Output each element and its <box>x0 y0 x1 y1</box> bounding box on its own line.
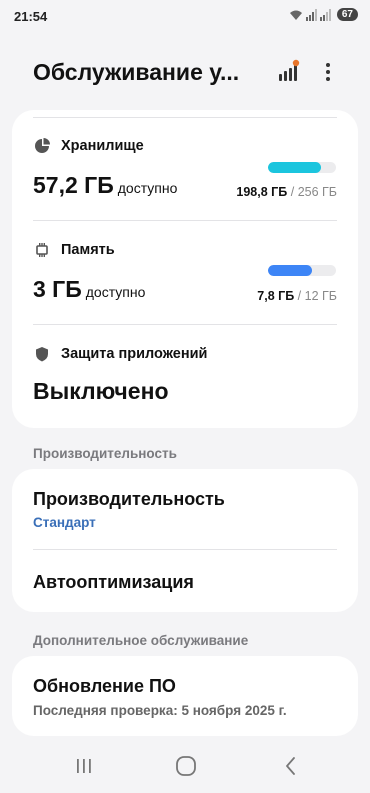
more-options-button[interactable] <box>318 58 338 86</box>
performance-title: Производительность <box>33 489 225 509</box>
auto-optimization-title: Автооптимизация <box>33 572 194 592</box>
storage-available-label: доступно <box>117 180 178 196</box>
software-update-title: Обновление ПО <box>33 676 176 696</box>
battery-level: 67 <box>336 8 358 21</box>
memory-usage-bar <box>268 265 336 276</box>
wifi-icon <box>289 10 302 20</box>
divider <box>33 549 337 550</box>
section-label-additional: Дополнительное обслуживание <box>33 633 249 648</box>
divider <box>33 220 337 221</box>
storage-header: Хранилище <box>33 137 144 155</box>
status-time: 21:54 <box>14 9 48 24</box>
memory-available-label: доступно <box>85 284 146 300</box>
memory-chip-icon <box>33 241 51 259</box>
memory-available-value: 3 ГБ <box>33 276 82 302</box>
pie-chart-icon <box>33 137 51 155</box>
app-protection-label: Защита приложений <box>61 346 208 362</box>
header: Обслуживание у... <box>0 50 370 94</box>
storage-available-value: 57,2 ГБ <box>33 172 114 198</box>
performance-subtitle: Стандарт <box>33 515 96 530</box>
signal-bars-icon <box>279 59 300 81</box>
storage-total: 256 ГБ <box>297 185 337 199</box>
storage-usage-fill <box>268 162 322 173</box>
home-icon <box>176 756 196 776</box>
storage-usage-bar <box>268 162 336 173</box>
navigation-bar <box>0 740 370 793</box>
section-label-performance: Производительность <box>33 446 177 461</box>
app-protection-status: Выключено <box>33 378 169 404</box>
back-icon <box>286 757 295 775</box>
performance-card: Производительность Стандарт Автооптимиза… <box>12 469 358 612</box>
memory-usage-text: 7,8 ГБ / 12 ГБ <box>257 289 337 303</box>
status-bar: 21:54 67 <box>0 0 370 34</box>
memory-header: Память <box>33 241 115 259</box>
memory-total: 12 ГБ <box>304 289 337 303</box>
divider <box>33 117 337 118</box>
app-protection-header: Защита приложений <box>33 345 207 363</box>
device-status-card: Хранилище 57,2 ГБ доступно 198,8 ГБ / 25… <box>12 110 358 428</box>
home-button[interactable] <box>171 752 201 780</box>
memory-available: 3 ГБ доступно <box>33 276 145 303</box>
memory-separator: / <box>297 289 302 303</box>
signal-icon <box>305 8 317 21</box>
app-protection-status-wrap: Выключено <box>33 378 169 405</box>
page-title: Обслуживание у... <box>33 59 240 85</box>
storage-usage-text: 198,8 ГБ / 256 ГБ <box>236 185 337 199</box>
storage-available: 57,2 ГБ доступно <box>33 172 177 199</box>
more-vertical-icon <box>326 63 330 81</box>
shield-icon <box>33 345 51 363</box>
divider <box>33 324 337 325</box>
storage-label: Хранилище <box>61 138 144 154</box>
software-update-subtitle: Последняя проверка: 5 ноября 2025 г. <box>33 703 287 718</box>
back-button[interactable] <box>276 752 306 780</box>
memory-usage-fill <box>268 265 313 276</box>
signal-bars-button[interactable] <box>274 58 302 86</box>
recents-icon <box>77 759 91 773</box>
software-update-card: Обновление ПО Последняя проверка: 5 нояб… <box>12 656 358 736</box>
signal-icon <box>319 8 331 21</box>
storage-used: 198,8 ГБ <box>236 185 288 199</box>
memory-label: Память <box>61 242 115 258</box>
storage-separator: / <box>290 185 295 199</box>
recents-button[interactable] <box>69 752 99 780</box>
status-icons: 67 <box>289 8 358 21</box>
memory-used: 7,8 ГБ <box>257 289 295 303</box>
